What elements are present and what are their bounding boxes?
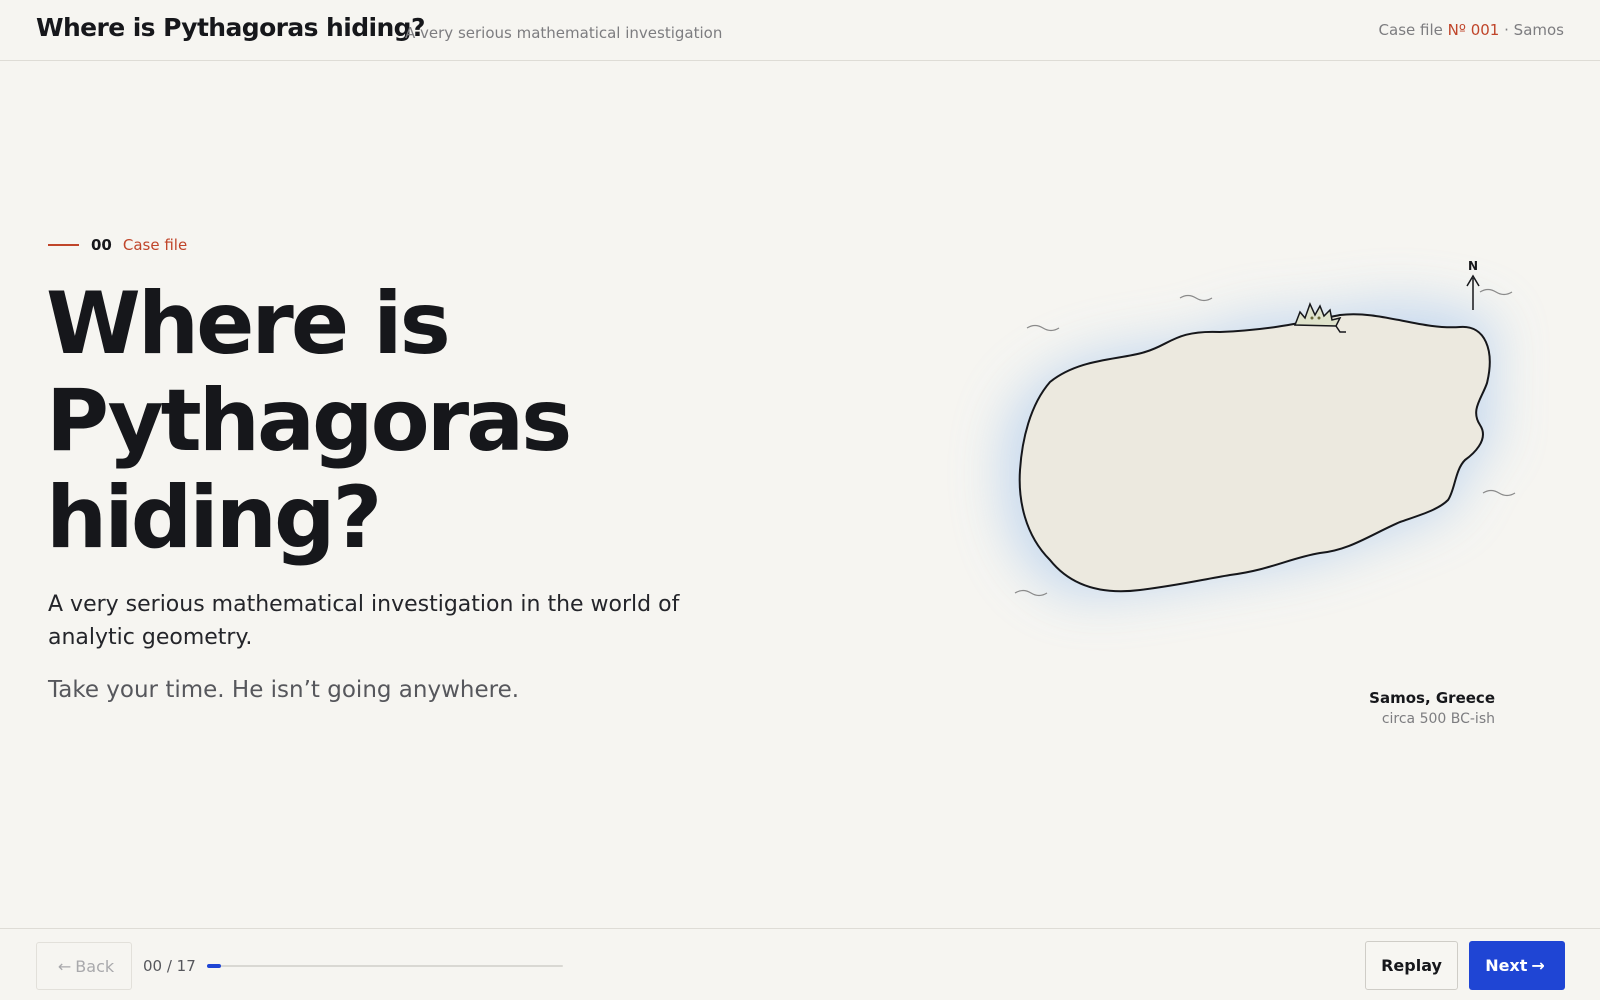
arrow-right-icon: → [1531, 956, 1545, 975]
section-eyebrow: 00 Case file [48, 236, 187, 254]
section-label: Case file [122, 236, 188, 254]
case-file-meta: Case file Nº 001 · Samos [1379, 21, 1564, 39]
progress-track [207, 964, 563, 968]
replay-button-label: Replay [1381, 956, 1442, 975]
back-button[interactable]: ← Back [36, 942, 132, 990]
island-map: N [900, 200, 1580, 760]
progress-fill [207, 964, 221, 968]
next-button-label: Next [1485, 956, 1528, 975]
map-caption-era: circa 500 BC-ish [1381, 711, 1495, 727]
eyebrow-rule [48, 244, 79, 246]
back-button-label: Back [75, 956, 115, 976]
app-title: Where is Pythagoras hiding? [36, 13, 425, 42]
case-file-separator: · [1504, 21, 1509, 39]
case-file-location: Samos [1513, 21, 1564, 39]
wave-icon [1479, 288, 1513, 296]
bottom-bar: ← Back 00 / 17 Replay Next → [0, 928, 1600, 1000]
compass-arrow-icon: N [1466, 259, 1480, 310]
map-caption-place: Samos, Greece [1369, 689, 1495, 707]
arrow-left-icon: ← [57, 956, 72, 976]
case-file-number: Nº 001 [1447, 21, 1500, 39]
replay-button[interactable]: Replay [1365, 941, 1458, 990]
progress-counter: 00 / 17 [143, 957, 196, 975]
wave-icon [1179, 294, 1213, 302]
section-index: 00 [91, 236, 112, 254]
map-caption: Samos, Greece circa 500 BC-ish [1369, 689, 1495, 727]
wave-icon [1026, 324, 1060, 332]
wave-icon [1482, 489, 1516, 497]
case-file-prefix: Case file [1378, 21, 1443, 39]
hero-aside: Take your time. He isn’t going anywhere. [48, 677, 520, 703]
app-subtitle: A very serious mathematical investigatio… [405, 24, 723, 42]
hero-title: Where is Pythagoras hiding? [46, 274, 572, 568]
compass-label: N [1468, 259, 1478, 273]
wave-icon [1014, 589, 1048, 597]
hero-lead: A very serious mathematical investigatio… [48, 592, 680, 650]
next-button[interactable]: Next → [1469, 941, 1565, 990]
island-map-svg: N [1003, 259, 1516, 597]
top-bar: Where is Pythagoras hiding? A very serio… [0, 0, 1600, 61]
samos-island [1018, 313, 1491, 593]
